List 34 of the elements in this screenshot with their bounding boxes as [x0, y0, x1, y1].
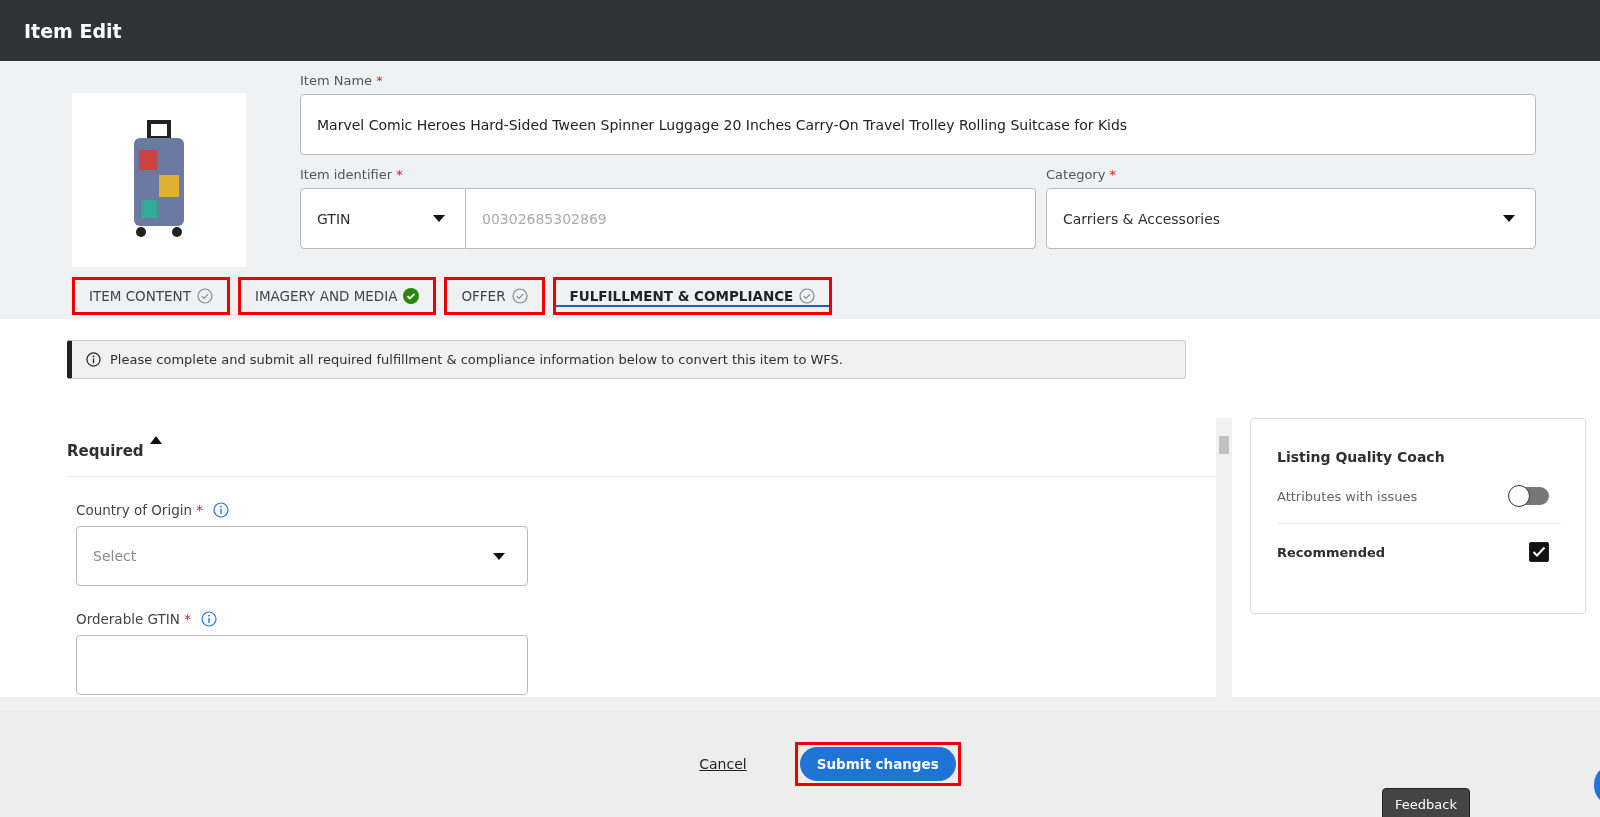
section-title: Required — [67, 442, 144, 460]
gtin-field[interactable] — [76, 635, 528, 695]
field-label: Item identifier * — [300, 167, 404, 182]
toggle-switch[interactable] — [1509, 487, 1549, 505]
country-select[interactable]: Select — [76, 526, 528, 586]
item-name-field[interactable]: Marvel Comic Heroes Hard-Sided Tween Spinner Luggage 20 Inches Carry-On Travel Trolley Rolling Suitcase for Kids — [300, 94, 1536, 155]
cancel-link[interactable]: Cancel — [699, 755, 747, 772]
field-label: Category * — [1046, 167, 1117, 182]
tab[interactable]: ITEM CONTENT — [72, 277, 230, 315]
caret-icon — [493, 552, 505, 560]
tab[interactable]: OFFER — [444, 277, 545, 315]
caret-icon — [433, 215, 445, 222]
collapse-caret-icon[interactable] — [149, 436, 162, 444]
info-icon[interactable] — [213, 502, 230, 518]
vertical-scrollbar[interactable] — [1216, 418, 1232, 697]
field-label: Orderable GTIN * — [76, 611, 191, 627]
identifier-type-select[interactable]: GTIN — [300, 188, 466, 249]
identifier-field[interactable]: 00302685302869 — [466, 188, 1036, 249]
card-title: Listing Quality Coach — [1277, 449, 1446, 465]
page-title: Item Edit — [24, 19, 122, 42]
info-icon[interactable] — [200, 611, 217, 627]
info-icon — [86, 352, 101, 367]
tab[interactable]: FULFILLMENT & COMPLIANCE — [552, 277, 833, 315]
toggle-label: Attributes with issues — [1277, 488, 1418, 504]
checkbox-label: Recommended — [1277, 544, 1386, 560]
feedback-button[interactable]: Feedback — [1382, 788, 1470, 817]
info-text: Please complete and submit all required fulfillment & compliance information below to convert this item to WFS. — [110, 352, 843, 367]
checkbox[interactable] — [1529, 542, 1549, 562]
field-label: Country of Origin * — [76, 502, 204, 518]
field-label: Item Name * — [300, 73, 384, 88]
caret-icon — [1503, 215, 1515, 222]
category-select[interactable]: Carriers & Accessories — [1046, 188, 1536, 249]
submit-button[interactable]: Submit changes — [799, 746, 956, 781]
tab[interactable]: IMAGERY AND MEDIA — [237, 277, 437, 315]
